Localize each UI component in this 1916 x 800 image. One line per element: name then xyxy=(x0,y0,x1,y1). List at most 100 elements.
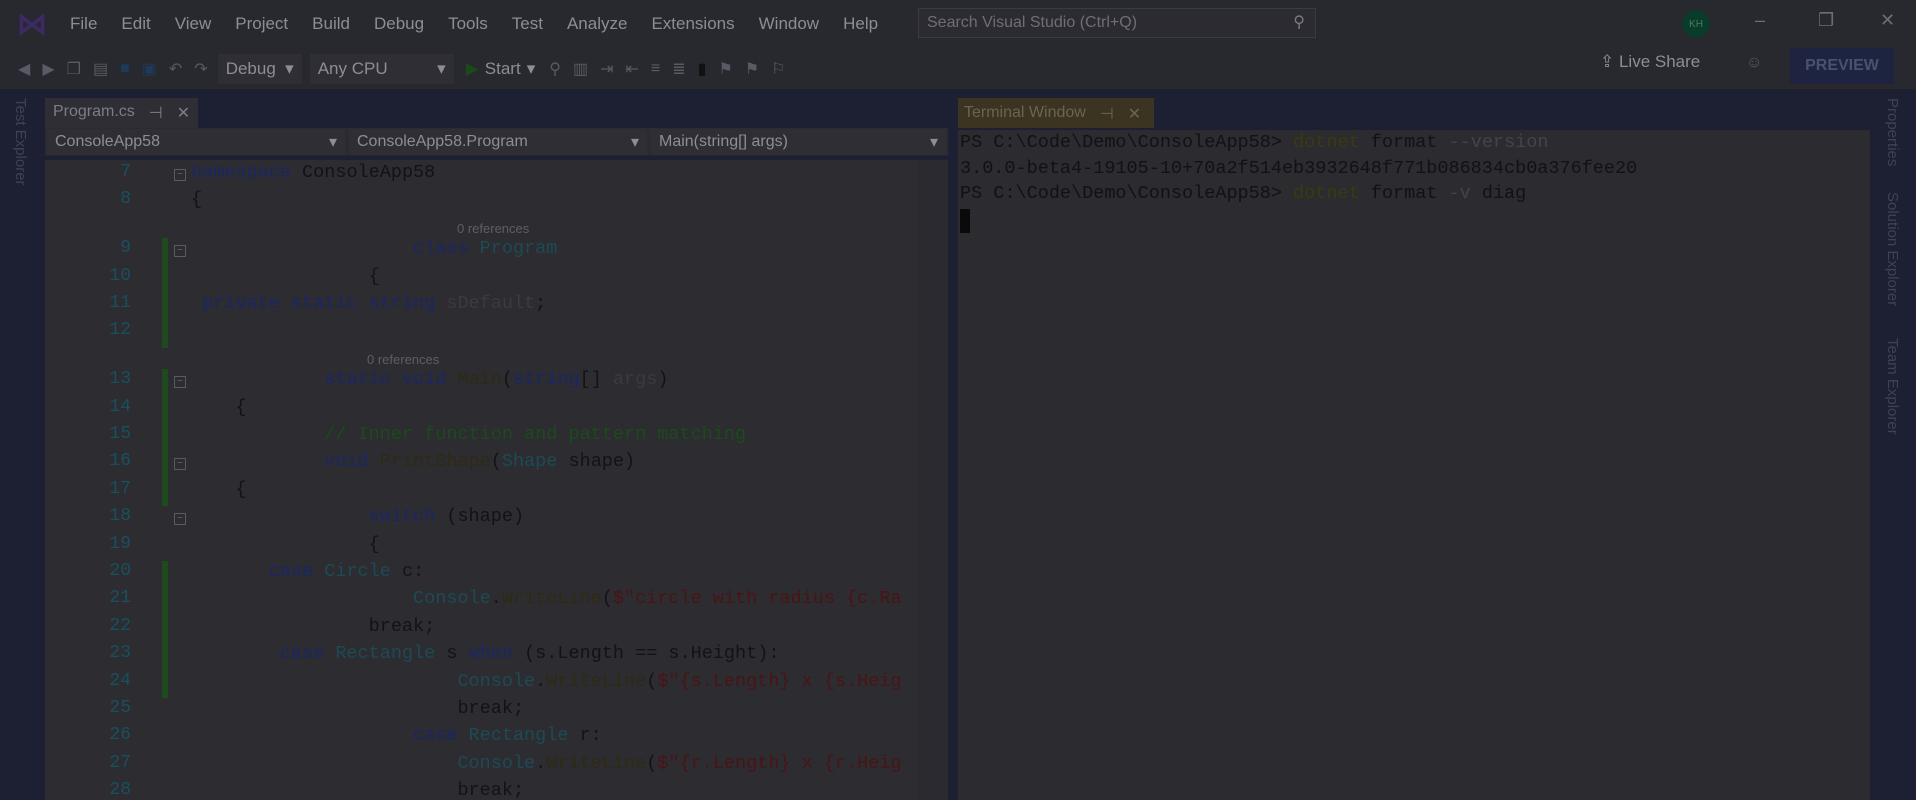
indent-icon[interactable]: ⇥ xyxy=(600,59,613,79)
prev-bookmark-icon[interactable]: ⚑ xyxy=(718,59,732,79)
uncomment-icon[interactable]: ≣ xyxy=(672,59,685,79)
line-number: 23 xyxy=(109,643,131,664)
tab-terminal-window[interactable]: Terminal Window ⊣ ✕ xyxy=(958,98,1154,128)
feedback-icon[interactable]: ☺ xyxy=(1746,54,1762,72)
code-token: ( xyxy=(490,451,502,473)
comment-icon[interactable]: ≡ xyxy=(651,60,660,78)
change-marker xyxy=(162,588,168,616)
code-line: { xyxy=(191,478,247,500)
code-token: { xyxy=(191,533,380,555)
menu-view[interactable]: View xyxy=(163,14,224,34)
line-number: 22 xyxy=(109,615,131,636)
type-dropdown[interactable]: ConsoleApp58.Program ▾ xyxy=(349,129,647,155)
chevron-down-icon: ▾ xyxy=(526,58,536,78)
line-number: 25 xyxy=(109,697,131,718)
code-token: { xyxy=(191,265,380,287)
menu-test[interactable]: Test xyxy=(500,14,555,34)
code-token: PrintShape xyxy=(379,451,491,473)
terminal-output[interactable]: PS C:\Code\Demo\ConsoleApp58> dotnet for… xyxy=(958,130,1870,800)
codelens-references[interactable]: 0 references xyxy=(367,352,439,367)
code-line: Console.WriteLine($"{s.Length} x {s.Heig xyxy=(191,670,901,692)
terminal-line: PS C:\Code\Demo\ConsoleApp58> dotnet for… xyxy=(960,132,1868,158)
clear-bookmarks-icon[interactable]: ⚐ xyxy=(771,59,785,79)
close-button[interactable]: ✕ xyxy=(1880,10,1895,31)
find-icon[interactable]: ⚲ xyxy=(549,59,561,79)
save-icon[interactable]: ■ xyxy=(120,60,130,78)
collapse-icon[interactable]: − xyxy=(174,376,186,389)
collapse-icon[interactable]: − xyxy=(174,245,186,258)
outdent-icon[interactable]: ⇤ xyxy=(625,59,638,79)
right-sidebar: Properties Solution Explorer Team Explor… xyxy=(1870,90,1916,800)
pin-icon[interactable]: ⊣ xyxy=(149,103,163,123)
menu-project[interactable]: Project xyxy=(223,14,300,34)
search-input[interactable]: Search Visual Studio (Ctrl+Q) ⚲ xyxy=(918,8,1316,38)
bookmark-icon[interactable]: ▮ xyxy=(698,59,707,79)
close-icon[interactable]: ✕ xyxy=(1128,104,1141,123)
menu-build[interactable]: Build xyxy=(300,14,362,34)
pin-icon[interactable]: ⊣ xyxy=(1100,104,1114,123)
chevron-down-icon: ▾ xyxy=(437,58,446,78)
code-token: { xyxy=(191,189,203,211)
code-token: { xyxy=(191,478,247,500)
codelens-references[interactable]: 0 references xyxy=(457,221,529,236)
code-token: case xyxy=(191,725,469,747)
collapse-icon[interactable]: − xyxy=(174,513,186,526)
code-token: WriteLine xyxy=(546,670,647,692)
minimize-button[interactable]: – xyxy=(1755,10,1765,31)
close-icon[interactable]: ✕ xyxy=(177,103,190,123)
solution-explorer-tab[interactable]: Solution Explorer xyxy=(1884,192,1901,306)
code-line: break; xyxy=(191,698,524,719)
test-explorer-tab[interactable]: Test Explorer xyxy=(12,98,29,186)
line-number: 19 xyxy=(109,533,131,554)
change-marker xyxy=(162,265,168,293)
menu-tools[interactable]: Tools xyxy=(436,14,500,34)
forward-icon[interactable]: ▶ xyxy=(42,59,54,79)
open-icon[interactable]: ▤ xyxy=(93,59,108,79)
share-icon: ⇪ xyxy=(1600,52,1619,71)
code-token: static void xyxy=(191,369,458,391)
code-token: Console xyxy=(191,752,536,774)
code-token: case xyxy=(191,560,325,582)
change-marker xyxy=(162,320,168,348)
change-marker xyxy=(162,643,168,671)
avatar[interactable]: KH xyxy=(1682,10,1710,38)
code-token: sDefault xyxy=(446,292,536,314)
live-share-button[interactable]: ⇪ Live Share xyxy=(1600,52,1700,72)
code-area[interactable]: 7− namespace ConsoleApp58 8{0 references 9−… xyxy=(45,160,918,800)
tab-program-cs[interactable]: Program.cs ⊣ ✕ xyxy=(45,98,199,128)
collapse-icon[interactable]: − xyxy=(174,458,186,471)
menu-help[interactable]: Help xyxy=(831,14,890,34)
properties-tab[interactable]: Properties xyxy=(1884,98,1901,166)
line-number: 20 xyxy=(109,560,131,581)
line-number: 11 xyxy=(109,292,131,313)
diagnostics-icon[interactable]: ▥ xyxy=(573,59,588,79)
project-dropdown[interactable]: ConsoleApp58 ▾ xyxy=(47,129,345,155)
redo-icon[interactable]: ↷ xyxy=(194,59,207,79)
editor-scrollbar[interactable] xyxy=(918,160,948,800)
next-bookmark-icon[interactable]: ⚑ xyxy=(745,59,759,79)
save-all-icon[interactable]: ▣ xyxy=(142,59,157,79)
platform-dropdown[interactable]: Any CPU ▾ xyxy=(309,53,454,84)
menu-debug[interactable]: Debug xyxy=(362,14,436,34)
restore-button[interactable]: ❐ xyxy=(1818,10,1834,31)
change-marker xyxy=(162,369,168,397)
menu-analyze[interactable]: Analyze xyxy=(555,14,639,34)
command-arg: diag xyxy=(1470,183,1527,204)
code-line: case Circle c: xyxy=(191,561,424,582)
menu-extensions[interactable]: Extensions xyxy=(639,14,746,34)
change-marker xyxy=(162,560,168,589)
start-button[interactable]: ▶ Start ▾ xyxy=(466,59,536,79)
command: dotnet xyxy=(1293,132,1360,153)
undo-icon[interactable]: ↶ xyxy=(169,59,182,79)
menu-edit[interactable]: Edit xyxy=(109,14,162,34)
member-dropdown[interactable]: Main(string[] args) ▾ xyxy=(651,129,946,155)
back-icon[interactable]: ◀ xyxy=(18,59,30,79)
menu-file[interactable]: File xyxy=(58,14,109,34)
new-project-icon[interactable]: ❒ xyxy=(67,59,81,79)
team-explorer-tab[interactable]: Team Explorer xyxy=(1884,338,1901,435)
change-marker xyxy=(162,670,168,698)
collapse-icon[interactable]: − xyxy=(174,169,186,181)
preview-badge[interactable]: PREVIEW xyxy=(1790,48,1894,84)
configuration-dropdown[interactable]: Debug ▾ xyxy=(217,53,302,84)
menu-window[interactable]: Window xyxy=(747,14,831,34)
